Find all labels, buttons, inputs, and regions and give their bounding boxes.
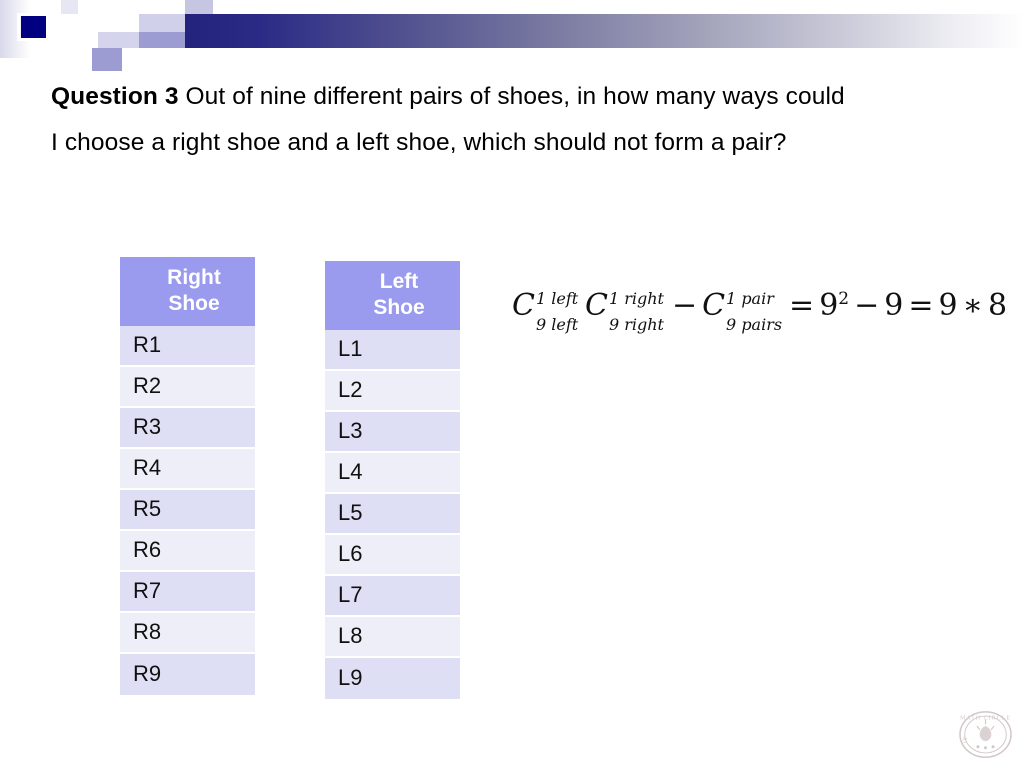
right-shoe-cell: R2	[120, 367, 255, 408]
formula-term-2-base: C	[584, 288, 608, 323]
formula-eight: 8	[987, 288, 1008, 323]
header-square-5	[98, 32, 139, 48]
right-shoe-cell: R8	[120, 613, 255, 654]
left-shoe-cell: L9	[325, 658, 460, 699]
formula-term-2: C1 right 9 right	[584, 288, 664, 333]
left-shoe-cell: L1	[325, 330, 460, 371]
formula-equals-1: =	[789, 288, 815, 323]
header-square-2	[185, 0, 213, 14]
header-navy-square-outline	[17, 13, 50, 41]
header-square-6	[139, 32, 185, 48]
table-row: L2	[325, 371, 460, 412]
table-row: L7	[325, 576, 460, 617]
combinatorics-formula: C1 left 9 left C 1 right 9 right − C 1 pair 9 pa…	[512, 288, 1008, 333]
formula-equals-2: =	[908, 288, 934, 323]
left-shoe-cell: L3	[325, 412, 460, 453]
table-row: L9	[325, 658, 460, 699]
right-shoe-cell: R4	[120, 449, 255, 490]
formula-term-1: C1 left 9 left	[512, 288, 582, 333]
left-shoe-cell: L7	[325, 576, 460, 617]
formula-term-3-base: C	[702, 288, 726, 323]
table-row: R9	[120, 654, 255, 695]
formula-minus-2: −	[854, 288, 880, 323]
right-shoe-cell: R3	[120, 408, 255, 449]
formula-asterisk: ∗	[962, 288, 983, 323]
formula-nine-2: 9	[884, 288, 904, 323]
left-shoe-table-header: Left Shoe	[325, 261, 460, 330]
table-header-row: Left Shoe	[325, 261, 460, 330]
svg-text:OF: OF	[962, 736, 970, 745]
right-shoe-table: Right Shoe R1 R2 R3 R4 R5 R6 R7 R8 R9	[120, 257, 255, 695]
formula-term-3-superscript: 1 pair	[726, 289, 774, 308]
formula-exponent: 2	[838, 289, 850, 309]
right-shoe-header-line2: Shoe	[168, 292, 220, 315]
question-label: Question 3	[51, 83, 179, 110]
table-row: R6	[120, 531, 255, 572]
question-paragraph: Question 3 Out of nine different pairs o…	[51, 74, 851, 166]
formula-term-2-subscript: 9 right	[608, 315, 664, 334]
left-shoe-header-line1: Left	[379, 270, 419, 293]
formula-term-1-base: C	[512, 288, 535, 323]
table-row: R7	[120, 572, 255, 613]
right-shoe-cell: R1	[120, 326, 255, 367]
header-square-8	[92, 48, 122, 71]
table-header-row: Right Shoe	[120, 257, 255, 326]
table-row: L6	[325, 535, 460, 576]
formula-nine-1: 9	[819, 288, 839, 323]
table-row: L3	[325, 412, 460, 453]
math-circle-logo: MATH CIRCLE OF	[957, 709, 1014, 760]
formula-term-3-subscript: 9 pairs	[726, 315, 783, 334]
table-row: R2	[120, 367, 255, 408]
header-decoration	[0, 0, 1024, 72]
left-shoe-cell: L5	[325, 494, 460, 535]
table-row: R5	[120, 490, 255, 531]
right-shoe-cell: R6	[120, 531, 255, 572]
formula-term-2-superscript: 1 right	[608, 289, 664, 308]
header-square-1	[61, 0, 78, 14]
right-shoe-table-header: Right Shoe	[120, 257, 255, 326]
table-row: R3	[120, 408, 255, 449]
right-shoe-header-line1: Right	[167, 266, 221, 289]
table-row: R8	[120, 613, 255, 654]
left-shoe-table: Left Shoe L1 L2 L3 L4 L5 L6 L7 L8 L9	[325, 261, 460, 699]
right-shoe-cell: R9	[120, 654, 255, 695]
left-shoe-header-line2: Shoe	[373, 296, 425, 319]
table-row: L1	[325, 330, 460, 371]
formula-term-1-superscript: 1 left	[535, 289, 579, 308]
table-row: L4	[325, 453, 460, 494]
right-shoe-cell: R7	[120, 572, 255, 613]
formula-nine-3: 9	[938, 288, 958, 323]
formula-minus-1: −	[671, 288, 698, 323]
left-shoe-cell: L2	[325, 371, 460, 412]
header-gradient-bar	[185, 14, 1024, 48]
left-shoe-cell: L6	[325, 535, 460, 576]
table-row: R1	[120, 326, 255, 367]
table-row: R4	[120, 449, 255, 490]
left-shoe-cell: L8	[325, 617, 460, 658]
header-square-3	[139, 14, 185, 32]
left-shoe-cell: L4	[325, 453, 460, 494]
table-row: L8	[325, 617, 460, 658]
svg-text:MATH CIRCLE: MATH CIRCLE	[960, 715, 1011, 721]
formula-term-1-subscript: 9 left	[535, 315, 579, 334]
table-row: L5	[325, 494, 460, 535]
right-shoe-cell: R5	[120, 490, 255, 531]
formula-term-3: C1 pair 9 pairs	[702, 288, 782, 333]
